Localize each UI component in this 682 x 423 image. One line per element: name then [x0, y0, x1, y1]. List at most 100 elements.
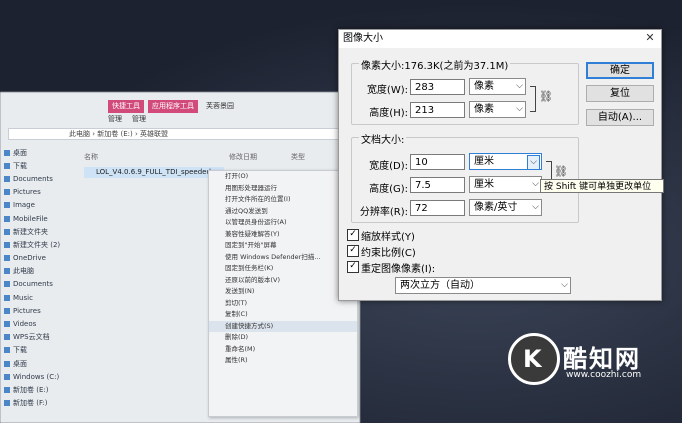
- nav-item[interactable]: Documents: [0, 172, 62, 185]
- ribbon-tab-app-tools[interactable]: 应用程序工具: [148, 100, 198, 113]
- doc-height-input[interactable]: 7.5: [410, 177, 465, 193]
- ribbon-tab-shortcut-tools[interactable]: 快捷工具: [108, 100, 144, 113]
- context-menu-item[interactable]: 使用 Windows Defender扫描...: [209, 252, 357, 264]
- resample-method-select[interactable]: 两次立方（自动） ⌵: [395, 277, 571, 294]
- nav-item-label: Documents: [13, 174, 53, 183]
- pixel-height-unit: 像素: [474, 104, 494, 115]
- nav-item[interactable]: WPS云文档: [0, 331, 62, 344]
- navigation-pane: 桌面 下载 Documents Pictures Image MobileFil…: [0, 146, 62, 423]
- link-icon: ⛓: [539, 90, 553, 103]
- doc-width-label: 宽度(D):: [369, 161, 408, 172]
- constrain-proportions-checkbox[interactable]: ✓: [347, 245, 359, 257]
- nav-item[interactable]: 桌面: [0, 357, 62, 370]
- folder-icon: [4, 281, 10, 288]
- nav-item[interactable]: 桌面: [0, 146, 62, 159]
- context-menu-item[interactable]: 还原以前的版本(V): [209, 275, 357, 287]
- context-menu-item-highlighted[interactable]: 创建快捷方式(S): [209, 320, 357, 332]
- pixel-height-input[interactable]: 213: [410, 102, 465, 118]
- explorer-ribbon-tabs: 快捷工具 应用程序工具 芙蓉景园: [108, 100, 238, 113]
- chevron-down-icon: ⌵: [516, 81, 523, 91]
- ribbon-manage-1[interactable]: 管理: [108, 114, 122, 124]
- nav-item-label: Image: [13, 201, 35, 210]
- nav-item[interactable]: Videos: [0, 317, 62, 330]
- doc-height-unit: 厘米: [474, 179, 494, 190]
- nav-item[interactable]: 新加卷 (F:): [0, 397, 62, 410]
- context-menu-item[interactable]: 属性(R): [209, 355, 357, 367]
- folder-icon: [4, 149, 10, 156]
- music-icon: [4, 294, 10, 301]
- nav-item-label: 桌面: [13, 148, 27, 157]
- nav-item[interactable]: 新建文件夹 (2): [0, 238, 62, 251]
- dialog-title: 图像大小: [339, 30, 661, 48]
- nav-item[interactable]: 下载: [0, 344, 62, 357]
- auto-button[interactable]: 自动(A)...: [586, 109, 654, 126]
- nav-item-label: 新建文件夹: [13, 227, 48, 236]
- file-row-selected[interactable]: LOL_V4.0.6.9_FULL_TDI_speeded_s: [84, 167, 224, 178]
- constrain-bracket: [530, 86, 536, 112]
- link-icon: ⛓: [554, 165, 568, 178]
- nav-item[interactable]: OneDrive: [0, 252, 62, 265]
- nav-item[interactable]: Pictures: [0, 186, 62, 199]
- nav-item[interactable]: Windows (C:): [0, 370, 62, 383]
- chevron-down-icon: ⌵: [532, 202, 539, 212]
- folder-icon: [4, 202, 10, 209]
- address-bar[interactable]: 此电脑 › 新加卷 (E:) › 英雄联盟: [8, 128, 348, 140]
- context-menu-item[interactable]: 复制(C): [209, 309, 357, 321]
- file-list-header: 名称 修改日期 类型: [84, 152, 344, 162]
- desktop-icon: [4, 360, 10, 367]
- column-name[interactable]: 名称: [84, 152, 229, 162]
- nav-item[interactable]: 新加卷 (E:): [0, 383, 62, 396]
- nav-item-label: Documents: [13, 280, 53, 289]
- doc-width-input[interactable]: 10: [410, 154, 465, 170]
- context-menu-item[interactable]: 打开文件所在的位置(I): [209, 194, 357, 206]
- context-menu-item[interactable]: 兼容性疑难解答(Y): [209, 229, 357, 241]
- pixel-width-input[interactable]: 283: [410, 79, 465, 95]
- context-menu-item[interactable]: 用图形处理器运行: [209, 183, 357, 195]
- context-menu-item[interactable]: 剪切(T): [209, 298, 357, 310]
- drive-icon: [4, 386, 10, 393]
- ok-button[interactable]: 确定: [586, 62, 654, 79]
- ribbon-manage-2[interactable]: 管理: [132, 114, 146, 124]
- doc-width-unit: 厘米: [474, 156, 494, 167]
- resample-image-checkbox[interactable]: ✓: [347, 261, 359, 273]
- context-menu-item[interactable]: 重命名(M): [209, 344, 357, 356]
- nav-item[interactable]: Documents: [0, 278, 62, 291]
- resolution-label: 分辨率(R):: [359, 207, 408, 218]
- doc-height-unit-select[interactable]: 厘米 ⌵: [469, 176, 542, 193]
- resolution-unit-select[interactable]: 像素/英寸 ⌵: [469, 199, 542, 216]
- nav-item[interactable]: 下载: [0, 159, 62, 172]
- context-menu-item[interactable]: 打开(O): [209, 171, 357, 183]
- doc-width-unit-select[interactable]: 厘米 ⌵: [469, 153, 542, 170]
- scale-styles-checkbox[interactable]: ✓: [347, 229, 359, 241]
- nav-item[interactable]: Pictures: [0, 304, 62, 317]
- reset-button[interactable]: 复位: [586, 85, 654, 102]
- context-menu-item[interactable]: 通过QQ发送到: [209, 206, 357, 218]
- nav-item[interactable]: Image: [0, 199, 62, 212]
- resolution-input[interactable]: 72: [410, 200, 465, 216]
- nav-item-label: Pictures: [13, 188, 41, 197]
- explorer-ribbon-subtabs: 管理 管理: [108, 114, 146, 124]
- pixel-height-unit-select[interactable]: 像素 ⌵: [469, 101, 526, 118]
- folder-icon: [4, 189, 10, 196]
- context-menu-item[interactable]: 以管理员身份运行(A): [209, 217, 357, 229]
- nav-item[interactable]: Music: [0, 291, 62, 304]
- pixel-width-unit: 像素: [474, 81, 494, 92]
- resample-method-value: 两次立方（自动）: [400, 280, 480, 291]
- close-icon[interactable]: ✕: [642, 31, 658, 45]
- nav-item[interactable]: 此电脑: [0, 265, 62, 278]
- context-menu-item[interactable]: 发送到(N): [209, 286, 357, 298]
- context-menu-item[interactable]: 固定到"开始"屏幕: [209, 240, 357, 252]
- nav-item[interactable]: MobileFile: [0, 212, 62, 225]
- ribbon-tab-folder[interactable]: 芙蓉景园: [202, 100, 238, 113]
- context-menu-item[interactable]: 删除(D): [209, 332, 357, 344]
- column-type[interactable]: 类型: [291, 152, 305, 162]
- nav-item-label: Pictures: [13, 306, 41, 315]
- cloud-icon: [4, 255, 10, 262]
- nav-item-label: MobileFile: [13, 214, 48, 223]
- nav-item[interactable]: 新建文件夹: [0, 225, 62, 238]
- context-menu-item[interactable]: 固定到任务栏(K): [209, 263, 357, 275]
- unit-tooltip: 按 Shift 键可单独更改单位: [540, 179, 664, 193]
- nav-item-label: Windows (C:): [13, 372, 60, 381]
- pixel-width-unit-select[interactable]: 像素 ⌵: [469, 78, 526, 95]
- column-date[interactable]: 修改日期: [229, 152, 291, 162]
